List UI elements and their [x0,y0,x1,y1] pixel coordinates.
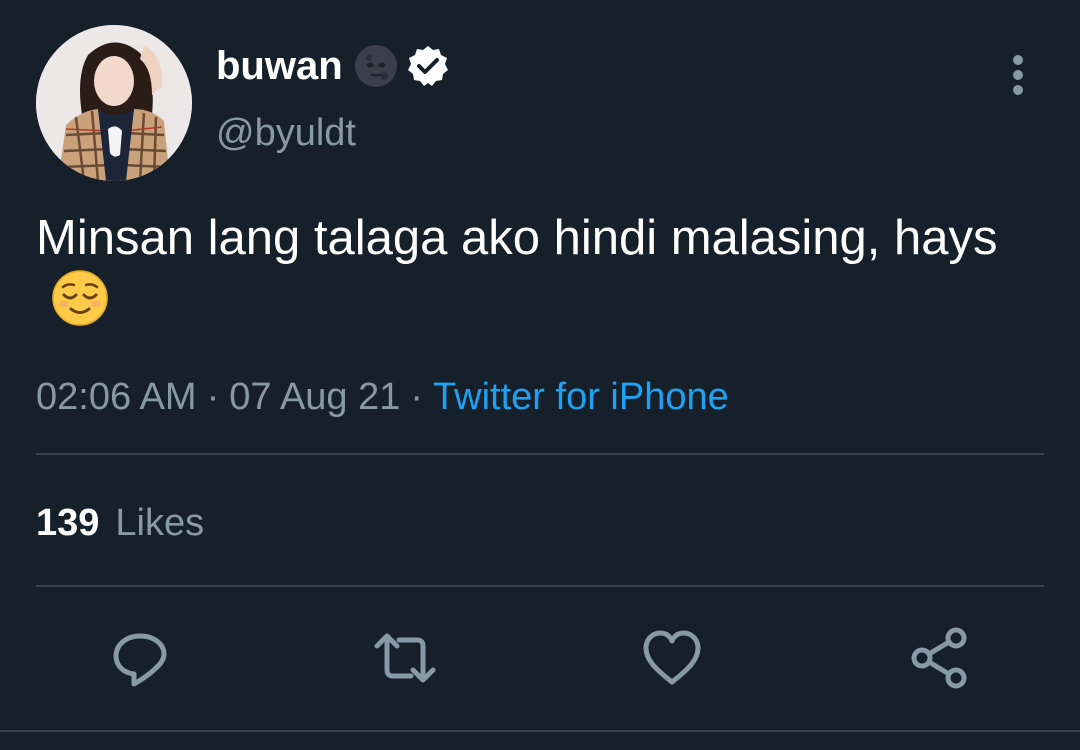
tweet-detail: buwan @byuldt Minsan lang talaga ako hin… [0,0,1080,750]
verified-badge-icon [405,43,451,89]
reply-button[interactable] [108,626,172,690]
retweet-icon [374,633,436,683]
reply-icon [113,633,167,687]
likes-label[interactable]: Likes [115,502,204,544]
user-handle[interactable]: @byuldt [216,110,356,156]
vertical-dots-icon [1013,55,1023,95]
tweet-date: 07 Aug 21 [229,376,401,418]
more-options-button[interactable] [996,50,1040,100]
retweet-button[interactable] [373,626,437,690]
meta-separator: · [206,376,220,418]
user-display-name-row[interactable]: buwan [216,42,457,90]
tweet-meta: 02:06 AM · 07 Aug 21 · Twitter for iPhone [36,374,729,420]
like-button[interactable] [640,626,704,690]
tweet-time: 02:06 AM [36,376,197,418]
tweet-text: Minsan lang talaga ako hindi malasing, h… [36,211,998,265]
likes-stat[interactable]: 139 Likes [36,500,204,546]
display-name[interactable]: buwan [216,42,343,90]
relieved-face-icon [50,268,110,328]
avatar-photo [36,25,192,181]
meta-separator: · [410,376,424,418]
avatar[interactable] [36,25,192,181]
share-icon [911,627,967,689]
divider [0,730,1080,732]
tweet-body: Minsan lang talaga ako hindi malasing, h… [36,208,1036,328]
divider [36,585,1044,587]
likes-count[interactable]: 139 [36,502,99,544]
share-button[interactable] [908,626,972,690]
divider [36,453,1044,455]
like-icon [643,630,701,685]
tweet-source-link[interactable]: Twitter for iPhone [433,376,729,418]
new-moon-face-icon [353,43,399,89]
